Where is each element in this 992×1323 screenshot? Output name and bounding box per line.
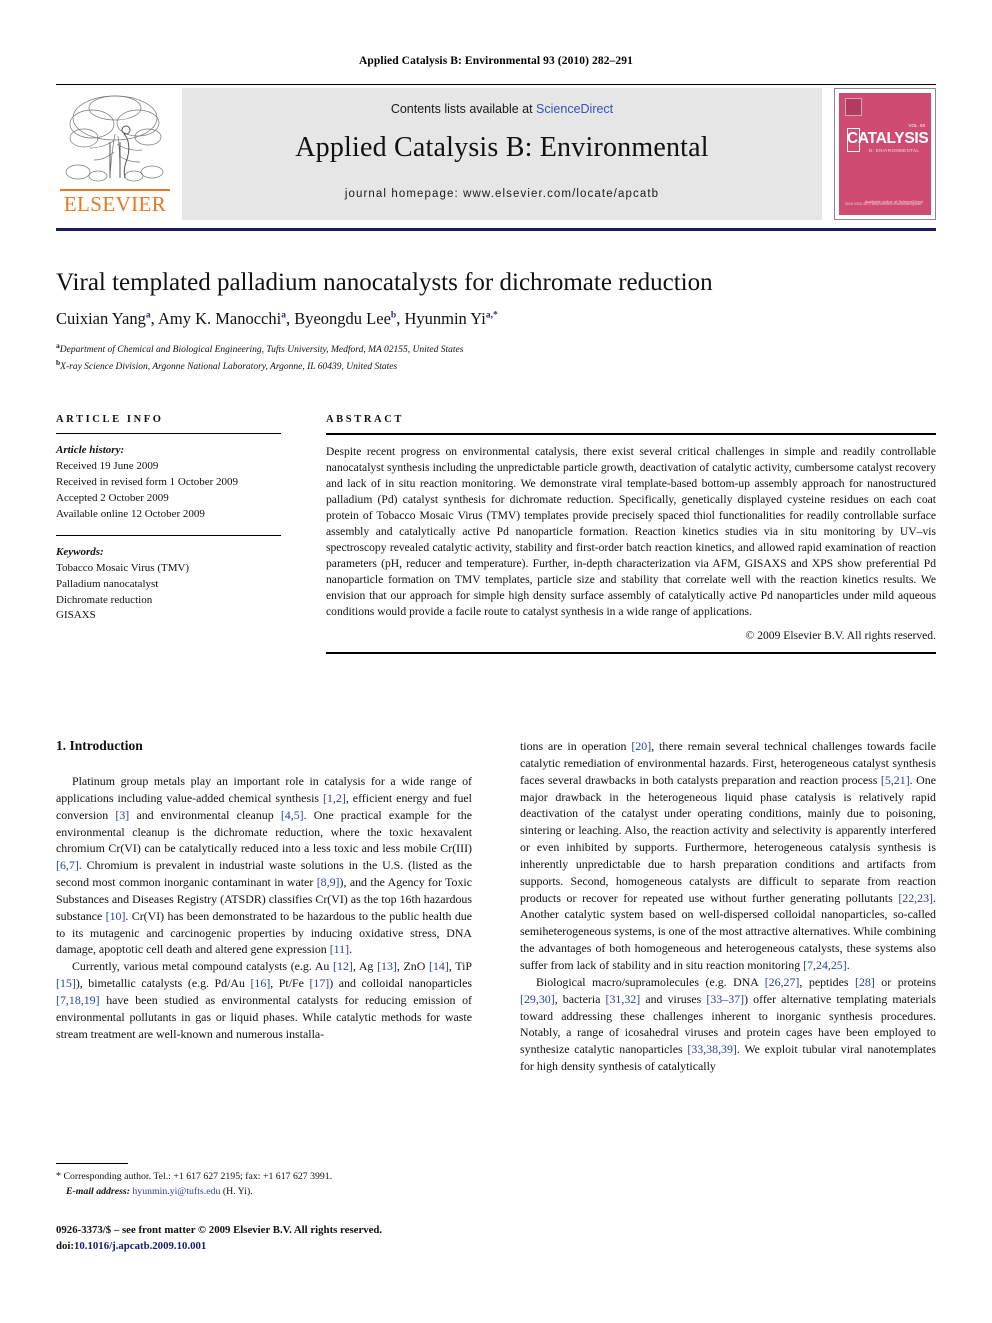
article-info-column: ARTICLE INFO Article history: Received 1… xyxy=(56,414,281,624)
history-item: Available online 12 October 2009 xyxy=(56,507,205,520)
history-item: Received 19 June 2009 xyxy=(56,459,159,472)
history-item: Received in revised form 1 October 2009 xyxy=(56,475,239,488)
page-footer: 0926-3373/$ – see front matter © 2009 El… xyxy=(56,1222,516,1254)
article-history-label: Article history: xyxy=(56,444,125,456)
doi-link[interactable]: 10.1016/j.apcatb.2009.10.001 xyxy=(74,1240,206,1252)
abstract-text: Despite recent progress on environmental… xyxy=(326,444,936,618)
doi-label: doi: xyxy=(56,1240,74,1253)
body-column-right: tions are in operation [20], there remai… xyxy=(520,738,936,1075)
body-column-left: 1. Introduction Platinum group metals pl… xyxy=(56,738,472,1043)
article-info-rule xyxy=(56,433,281,434)
paper-page: Applied Catalysis B: Environmental 93 (2… xyxy=(0,0,992,1323)
cover-footer-right: Available online at ScienceDirect xyxy=(864,199,923,204)
affiliation-b-text: X-ray Science Division, Argonne National… xyxy=(60,362,398,373)
cover-volume: VOL. 93 xyxy=(908,123,925,128)
keyword-item: GISAXS xyxy=(56,609,96,622)
issn-line: 0926-3373/$ – see front matter © 2009 El… xyxy=(56,1224,383,1236)
abstract-copyright: © 2009 Elsevier B.V. All rights reserved… xyxy=(745,629,936,643)
asterisk-icon: * xyxy=(56,1171,61,1182)
history-item: Accepted 2 October 2009 xyxy=(56,491,169,504)
elsevier-logo: ELSEVIER xyxy=(56,88,174,220)
journal-band: Contents lists available at ScienceDirec… xyxy=(182,88,822,220)
journal-cover-thumbnail: VOL. 93 CATALYSIS B: ENVIRONMENTAL ISSN … xyxy=(834,88,936,220)
corresponding-author-line: * Corresponding author. Tel.: +1 617 627… xyxy=(56,1170,472,1185)
running-head: Applied Catalysis B: Environmental 93 (2… xyxy=(359,55,633,67)
cover-title: CATALYSIS xyxy=(847,130,929,147)
footnote-rule xyxy=(56,1163,128,1164)
paragraph: tions are in operation [20], there remai… xyxy=(520,739,936,972)
cover-elsevier-mark-icon xyxy=(845,98,862,116)
affiliation-a: aDepartment of Chemical and Biological E… xyxy=(56,341,464,356)
corresponding-author-text: Corresponding author. Tel.: +1 617 627 2… xyxy=(63,1171,333,1182)
page-title: Viral templated palladium nanocatalysts … xyxy=(56,269,713,296)
contents-prefix: Contents lists available at xyxy=(390,102,537,116)
keyword-item: Dichromate reduction xyxy=(56,593,153,606)
cover-subtitle: B: ENVIRONMENTAL xyxy=(869,148,920,153)
abstract-bottom-rule xyxy=(326,652,936,654)
keywords-block: Keywords: Tobacco Mosaic Virus (TMV) Pal… xyxy=(56,545,281,625)
elsevier-tree-icon xyxy=(65,95,164,182)
keyword-item: Palladium nanocatalyst xyxy=(56,577,159,590)
affiliation-a-text: Department of Chemical and Biological En… xyxy=(59,345,464,356)
keywords-rule xyxy=(56,534,281,536)
section-heading-introduction: 1. Introduction xyxy=(56,738,143,753)
journal-homepage[interactable]: journal homepage: www.elsevier.com/locat… xyxy=(182,188,822,200)
email-suffix: (H. Yi). xyxy=(222,1185,253,1197)
sciencedirect-link[interactable]: ScienceDirect xyxy=(536,102,613,116)
affiliation-b: bX-ray Science Division, Argonne Nationa… xyxy=(56,357,398,373)
article-history-block: Article history: Received 19 June 2009 R… xyxy=(56,443,281,523)
paragraph: Platinum group metals play an important … xyxy=(56,774,472,957)
author-list: Cuixian Yanga, Amy K. Manocchia, Byeongd… xyxy=(56,309,498,328)
email-link[interactable]: hyunmin.yi@tufts.edu xyxy=(132,1186,220,1197)
masthead-bottom-rule xyxy=(56,228,936,231)
elsevier-wordmark: ELSEVIER xyxy=(63,192,167,216)
elsevier-rule xyxy=(60,189,170,191)
corresponding-author-footnote: * Corresponding author. Tel.: +1 617 627… xyxy=(56,1170,472,1199)
email-line: E-mail address: hyunmin.yi@tufts.edu (H.… xyxy=(56,1185,472,1199)
abstract-top-rule xyxy=(326,433,936,435)
keywords-label: Keywords: xyxy=(56,545,104,558)
doi-line: doi:10.1016/j.apcatb.2009.10.001 xyxy=(56,1238,516,1254)
contents-available-line: Contents lists available at ScienceDirec… xyxy=(182,102,822,116)
paragraph: Biological macro/supramolecules (e.g. DN… xyxy=(520,974,937,1074)
journal-masthead: ELSEVIER Contents lists available at Sci… xyxy=(56,88,936,220)
email-label: E-mail address: xyxy=(66,1185,130,1197)
abstract-column: ABSTRACT Despite recent progress on envi… xyxy=(326,414,936,654)
abstract-heading: ABSTRACT xyxy=(326,414,404,425)
affiliations: aDepartment of Chemical and Biological E… xyxy=(56,341,936,375)
journal-title: Applied Catalysis B: Environmental xyxy=(295,132,709,163)
keyword-item: Tobacco Mosaic Virus (TMV) xyxy=(56,561,190,574)
masthead-top-rule xyxy=(56,84,936,85)
article-info-heading: ARTICLE INFO xyxy=(56,414,164,425)
journal-cover-art: VOL. 93 CATALYSIS B: ENVIRONMENTAL ISSN … xyxy=(839,93,931,215)
paragraph: Currently, various metal compound cataly… xyxy=(56,959,473,1041)
